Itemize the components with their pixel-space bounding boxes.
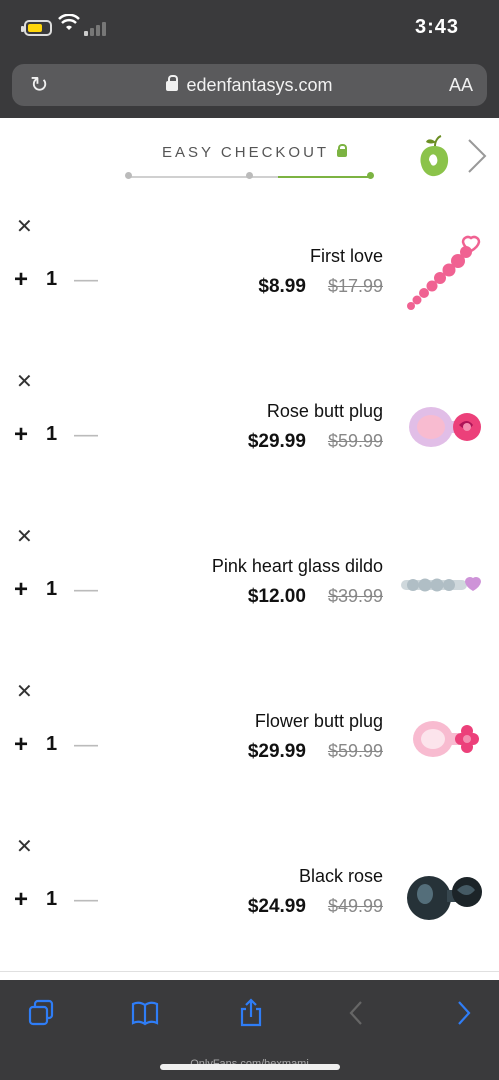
item-old-price: $17.99	[327, 276, 383, 296]
item-name[interactable]: Pink heart glass dildo	[212, 556, 383, 577]
share-icon[interactable]	[236, 998, 266, 1028]
item-old-price: $59.99	[327, 741, 383, 761]
cart-item: ✕ + 1 — Black rose $24.99 $49.99	[0, 816, 499, 972]
address-bar[interactable]: ↻ edenfantasys.com AA	[12, 64, 487, 106]
item-price: $8.99	[258, 276, 306, 297]
product-thumbnail[interactable]	[399, 846, 485, 936]
progress-step-2	[246, 172, 253, 179]
cart-item: ✕ + 1 — Rose butt plug $29.99 $59.99	[0, 351, 499, 507]
item-old-price: $39.99	[327, 586, 383, 606]
home-indicator[interactable]	[160, 1064, 340, 1070]
decrease-quantity-button[interactable]: —	[74, 421, 98, 449]
eden-logo-icon[interactable]	[417, 134, 451, 178]
item-prices: $29.99 $59.99	[248, 741, 383, 763]
increase-quantity-button[interactable]: +	[14, 576, 28, 604]
back-arrow-icon[interactable]	[342, 998, 372, 1028]
item-price: $29.99	[247, 741, 306, 762]
product-thumbnail[interactable]	[399, 691, 485, 781]
product-thumbnail[interactable]	[399, 226, 485, 316]
item-prices: $24.99 $49.99	[248, 896, 383, 918]
item-prices: $29.99 $59.99	[248, 431, 383, 453]
chevron-right-icon[interactable]	[463, 136, 491, 176]
item-name[interactable]: Rose butt plug	[267, 401, 383, 422]
quantity-stepper: + 1 —	[14, 886, 98, 916]
item-old-price: $59.99	[327, 431, 383, 451]
status-time: 3:43	[414, 16, 459, 38]
item-name[interactable]: First love	[310, 246, 383, 267]
bookmarks-icon[interactable]	[130, 998, 160, 1028]
signal-icon	[84, 20, 108, 36]
increase-quantity-button[interactable]: +	[14, 421, 28, 449]
item-name[interactable]: Flower butt plug	[255, 711, 383, 732]
quantity-stepper: + 1 —	[14, 421, 98, 451]
quantity-stepper: + 1 —	[14, 266, 98, 296]
progress-fill	[278, 176, 370, 178]
quantity-stepper: + 1 —	[14, 731, 98, 761]
url-display[interactable]: edenfantasys.com	[12, 75, 487, 96]
battery-icon	[21, 20, 52, 36]
remove-item-button[interactable]: ✕	[16, 524, 33, 549]
decrease-quantity-button[interactable]: —	[74, 886, 98, 914]
quantity-value: 1	[46, 733, 58, 755]
item-prices: $12.00 $39.99	[248, 586, 383, 608]
cart-item: ✕ + 1 — Pink heart glass dildo $12.00 $39…	[0, 506, 499, 662]
product-thumbnail[interactable]	[399, 381, 485, 471]
decrease-quantity-button[interactable]: —	[74, 266, 98, 294]
quantity-value: 1	[46, 268, 58, 290]
increase-quantity-button[interactable]: +	[14, 731, 28, 759]
wifi-icon	[58, 13, 80, 38]
decrease-quantity-button[interactable]: —	[74, 731, 98, 759]
quantity-stepper: + 1 —	[14, 576, 98, 606]
remove-item-button[interactable]: ✕	[16, 834, 33, 859]
item-price: $29.99	[247, 431, 306, 452]
increase-quantity-button[interactable]: +	[14, 266, 28, 294]
cart-item: ✕ + 1 — Flower butt plug $29.99 $59.99	[0, 661, 499, 817]
remove-item-button[interactable]: ✕	[16, 679, 33, 704]
quantity-value: 1	[46, 578, 58, 600]
item-prices: $8.99 $17.99	[258, 276, 383, 298]
url-text: edenfantasys.com	[186, 75, 333, 95]
easy-checkout-label: EASY CHECKOUT	[162, 144, 348, 161]
increase-quantity-button[interactable]: +	[14, 886, 28, 914]
forward-arrow-icon[interactable]	[448, 998, 478, 1028]
quantity-value: 1	[46, 423, 58, 445]
browser-address-area: ↻ edenfantasys.com AA	[0, 60, 499, 118]
tabs-icon[interactable]	[26, 998, 56, 1028]
item-old-price: $49.99	[327, 896, 383, 916]
lock-icon	[166, 75, 179, 92]
item-name[interactable]: Black rose	[299, 866, 383, 887]
easy-checkout-text: EASY CHECKOUT	[162, 144, 330, 161]
item-price: $24.99	[247, 896, 306, 917]
decrease-quantity-button[interactable]: —	[74, 576, 98, 604]
lock-icon	[337, 144, 348, 158]
checkout-header: EASY CHECKOUT	[0, 118, 499, 197]
text-size-button[interactable]: AA	[449, 75, 473, 96]
remove-item-button[interactable]: ✕	[16, 369, 33, 394]
progress-step-3	[367, 172, 374, 179]
progress-step-1	[125, 172, 132, 179]
product-thumbnail[interactable]	[399, 536, 485, 626]
remove-item-button[interactable]: ✕	[16, 214, 33, 239]
cart-item: ✕ + 1 — First love $8.99 $17.99	[0, 196, 499, 352]
status-bar: 3:43	[0, 0, 499, 60]
quantity-value: 1	[46, 888, 58, 910]
item-price: $12.00	[247, 586, 306, 607]
